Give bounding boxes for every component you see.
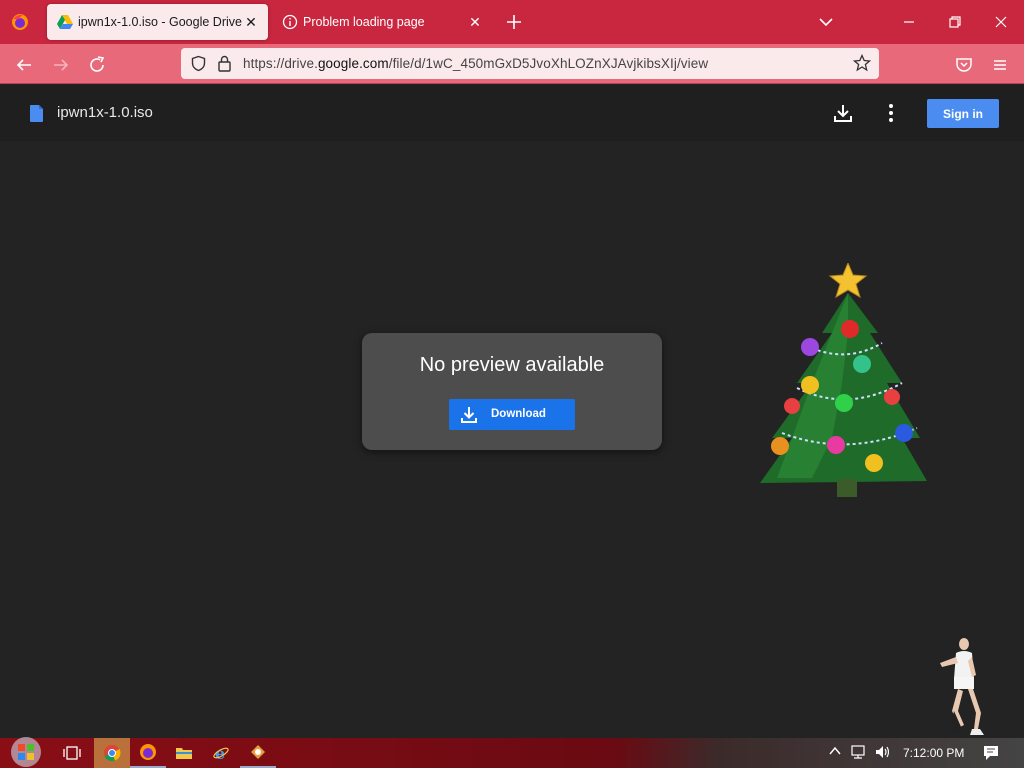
forward-icon[interactable] [50,54,72,76]
viewer-header: ipwn1x-1.0.iso Sign in [0,85,1024,141]
restore-icon[interactable] [943,10,967,34]
firefox-icon[interactable] [11,13,29,31]
navigation-toolbar: https://drive.google.com/file/d/1wC_450m… [0,44,1024,84]
firefox-icon [140,744,156,760]
drive-viewer: ipwn1x-1.0.iso Sign in No preview availa… [0,85,1024,738]
notification-icon[interactable] [982,744,1000,762]
chevron-down-icon[interactable] [816,13,836,31]
file-explorer-icon [176,748,192,759]
taskbar-file-explorer[interactable] [166,738,202,768]
dancing-figure-image [940,634,984,735]
sign-in-button[interactable]: Sign in [927,99,999,128]
no-preview-title: No preview available [419,354,605,376]
tab-google-drive[interactable]: ipwn1x-1.0.iso - Google Drive ✕ [47,4,268,40]
url-host: google.com [317,56,389,71]
star-icon[interactable] [853,54,871,72]
more-options-icon[interactable] [880,102,902,124]
taskbar-internet-explorer[interactable]: e [203,738,239,768]
file-name: ipwn1x-1.0.iso [57,104,153,121]
taskbar-clock[interactable]: 7:12:00 PM [903,746,964,760]
url-text[interactable]: https://drive.google.com/file/d/1wC_450m… [243,56,708,71]
download-icon[interactable] [832,102,854,124]
shield-icon[interactable] [190,55,207,72]
reload-icon[interactable] [86,54,108,76]
task-view-button[interactable] [54,738,90,768]
back-icon[interactable] [13,54,35,76]
taskbar-app[interactable] [240,738,276,768]
google-drive-icon [57,15,73,29]
tab-label: Problem loading page [303,15,425,29]
menu-icon[interactable] [989,54,1011,76]
address-bar[interactable]: https://drive.google.com/file/d/1wC_450m… [181,48,879,79]
app-icon [251,745,265,759]
tab-problem-loading[interactable]: Problem loading page ✕ [272,4,492,40]
internet-explorer-icon: e [213,744,229,762]
taskbar: e 7:12:00 PM [0,737,1024,768]
pocket-icon[interactable] [953,54,975,76]
close-window-icon[interactable] [989,10,1013,34]
new-tab-icon[interactable] [503,11,525,33]
download-icon [461,407,477,423]
url-path: /file/d/1wC_450mGxD5JvoXhLOZnXJAvjkibsXI… [388,56,709,71]
network-icon[interactable] [850,744,868,760]
file-icon [30,105,43,122]
christmas-tree-image [760,263,927,497]
minimize-icon[interactable] [897,10,921,34]
download-button[interactable]: Download [449,399,575,430]
start-button-icon[interactable] [6,734,46,768]
info-icon [282,14,298,30]
volume-icon[interactable] [874,744,892,760]
close-icon[interactable]: ✕ [242,13,260,31]
chrome-icon [104,745,121,762]
chevron-up-icon[interactable] [828,744,842,758]
url-prefix: https://drive. [243,56,318,71]
taskbar-chrome[interactable] [94,738,130,768]
tab-label: ipwn1x-1.0.iso - Google Drive [78,15,242,29]
taskbar-firefox[interactable] [130,738,166,768]
task-view-icon [63,746,81,760]
download-label: Download [491,408,546,420]
lock-icon[interactable] [217,55,232,72]
close-icon[interactable]: ✕ [466,13,484,31]
no-preview-card: No preview available Download [362,333,662,450]
browser-tab-strip: ipwn1x-1.0.iso - Google Drive ✕ Problem … [0,0,1024,44]
